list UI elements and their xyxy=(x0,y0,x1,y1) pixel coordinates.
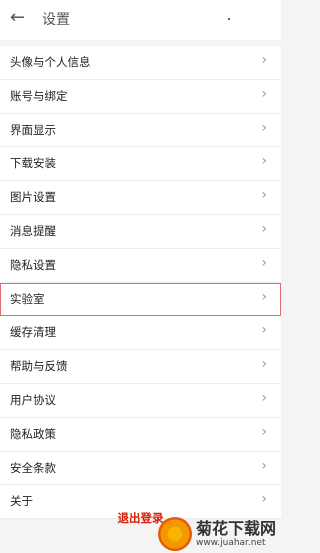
settings-item-label: 账号与绑定 xyxy=(10,88,68,103)
top-bar: ← 设置 xyxy=(0,0,281,40)
settings-item-label: 隐私政策 xyxy=(10,426,56,441)
settings-item-label: 安全条款 xyxy=(10,460,56,475)
settings-item-label: 实验室 xyxy=(10,291,45,306)
chevron-right-icon: › xyxy=(261,356,267,373)
status-dot xyxy=(228,18,230,20)
watermark: 菊花下载网 www.juahar.net xyxy=(158,515,281,553)
settings-item-label: 图片设置 xyxy=(10,190,56,205)
chevron-right-icon: › xyxy=(261,220,267,237)
settings-item-label: 关于 xyxy=(10,494,33,509)
flower-logo-icon xyxy=(158,517,192,551)
settings-list: 头像与个人信息 › 账号与绑定 › 界面显示 › 下载安装 › 图片设置 › 消… xyxy=(0,46,281,520)
settings-item-privacy[interactable]: 隐私设置 › xyxy=(0,248,281,283)
watermark-url: www.juahar.net xyxy=(196,537,266,548)
settings-item-label: 隐私设置 xyxy=(10,257,56,272)
settings-item-account-binding[interactable]: 账号与绑定 › xyxy=(0,79,281,114)
settings-item-privacy-policy[interactable]: 隐私政策 › xyxy=(0,417,281,452)
settings-item-avatar-profile[interactable]: 头像与个人信息 › xyxy=(0,46,281,80)
chevron-right-icon: › xyxy=(261,389,267,406)
chevron-right-icon: › xyxy=(261,187,267,204)
chevron-right-icon: › xyxy=(261,119,267,136)
settings-item-label: 头像与个人信息 xyxy=(10,55,91,69)
settings-item-display[interactable]: 界面显示 › xyxy=(0,113,281,148)
chevron-right-icon: › xyxy=(261,491,267,508)
settings-item-label: 用户协议 xyxy=(10,392,56,407)
settings-item-label: 界面显示 xyxy=(10,122,56,137)
settings-item-user-agreement[interactable]: 用户协议 › xyxy=(0,383,281,418)
chevron-right-icon: › xyxy=(261,423,267,440)
chevron-right-icon: › xyxy=(261,52,267,68)
settings-item-label: 缓存清理 xyxy=(10,325,56,340)
settings-item-help-feedback[interactable]: 帮助与反馈 › xyxy=(0,350,281,384)
watermark-name: 菊花下载网 xyxy=(196,518,277,538)
chevron-right-icon: › xyxy=(261,288,267,305)
settings-item-label: 消息提醒 xyxy=(10,223,56,238)
settings-item-lab[interactable]: 实验室 › xyxy=(0,282,281,317)
chevron-right-icon: › xyxy=(261,254,267,271)
settings-item-label: 下载安装 xyxy=(10,156,56,171)
settings-item-notifications[interactable]: 消息提醒 › xyxy=(0,214,281,249)
back-arrow-icon[interactable]: ← xyxy=(10,8,30,28)
chevron-right-icon: › xyxy=(261,153,267,170)
page-title: 设置 xyxy=(42,12,70,28)
settings-item-download[interactable]: 下载安装 › xyxy=(0,147,281,182)
settings-item-security-terms[interactable]: 安全条款 › xyxy=(0,451,281,486)
settings-item-label: 帮助与反馈 xyxy=(10,359,68,374)
chevron-right-icon: › xyxy=(261,322,267,339)
chevron-right-icon: › xyxy=(261,85,267,102)
settings-item-image[interactable]: 图片设置 › xyxy=(0,181,281,215)
chevron-right-icon: › xyxy=(261,457,267,474)
settings-item-cache[interactable]: 缓存清理 › xyxy=(0,316,281,351)
